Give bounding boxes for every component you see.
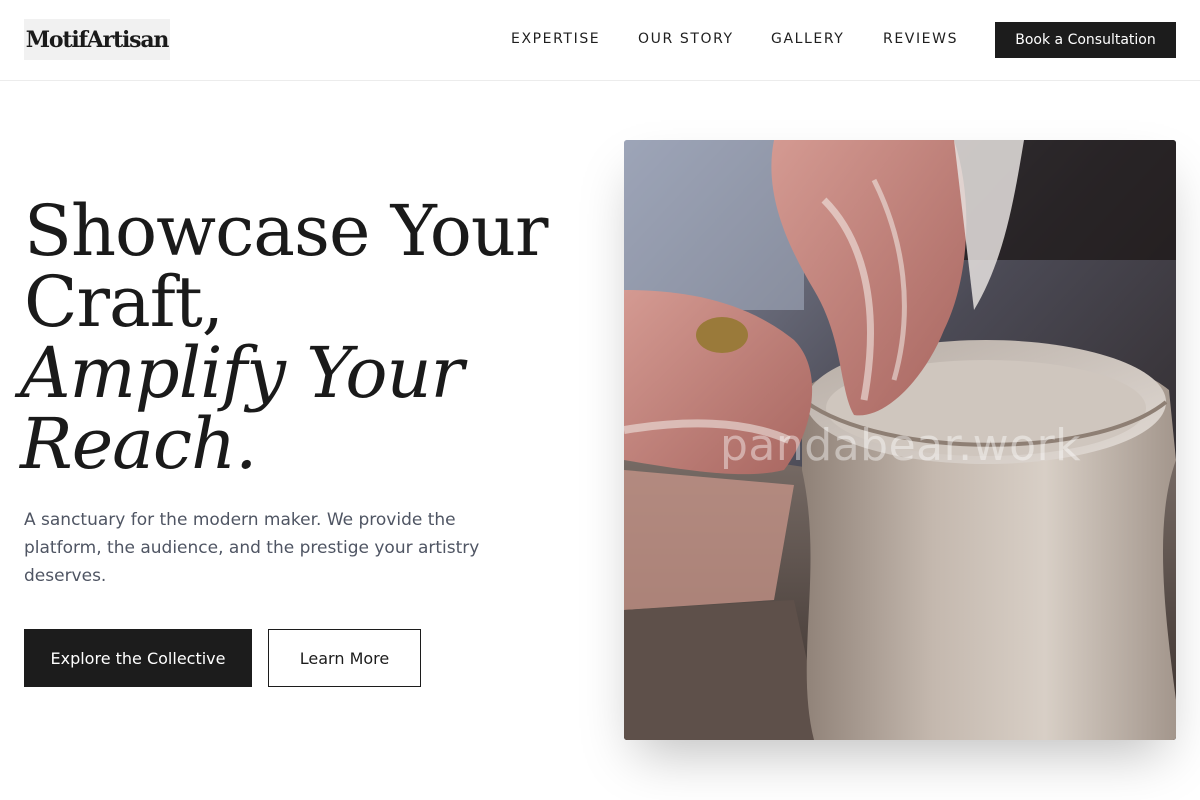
nav-link-gallery[interactable]: GALLERY xyxy=(771,30,844,48)
brand-logo[interactable]: MotifArtisan xyxy=(24,19,170,60)
headline-line-4-italic: Reach. xyxy=(20,403,257,485)
image-watermark: pandabear.work xyxy=(720,420,1082,471)
hero-lead-text: A sanctuary for the modern maker. We pro… xyxy=(24,510,480,586)
learn-more-button[interactable]: Learn More xyxy=(268,629,421,687)
nav-link-reviews[interactable]: REVIEWS xyxy=(883,30,958,48)
nav-link-expertise[interactable]: EXPERTISE xyxy=(511,30,600,48)
headline-line-3-italic: Amplify Your xyxy=(20,332,464,414)
headline-line-1: Showcase Your xyxy=(24,190,548,272)
nav-link-our-story[interactable]: OUR STORY xyxy=(638,30,734,48)
hero-headline: Showcase Your Craft, Amplify Your Reach. xyxy=(20,190,584,480)
hero-pottery-image: pandabear.work xyxy=(624,140,1176,740)
headline-line-2: Craft, xyxy=(24,261,224,343)
book-consultation-button[interactable]: Book a Consultation xyxy=(995,22,1176,58)
site-header: MotifArtisan EXPERTISE OUR STORY GALLERY… xyxy=(0,0,1200,81)
explore-collective-button[interactable]: Explore the Collective xyxy=(24,629,252,687)
